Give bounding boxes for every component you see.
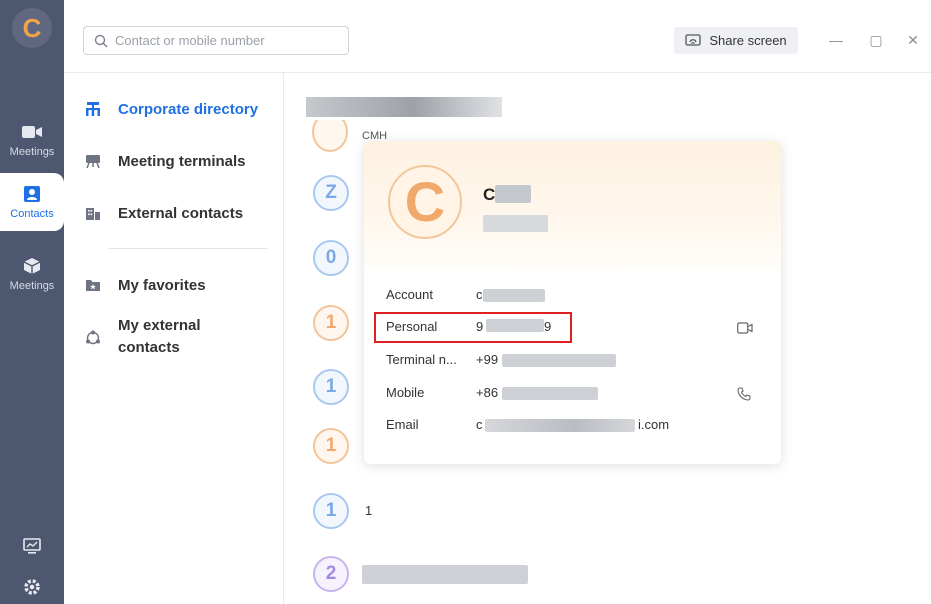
avatar[interactable]: 1 [313,305,349,341]
rail-item-meetings[interactable]: Meetings [0,110,64,170]
avatar[interactable]: 2 [313,556,349,592]
nav-corporate-directory[interactable]: Corporate directory [84,100,258,118]
avatar[interactable]: 1 [313,428,349,464]
rail-item-label: Meetings [9,280,55,292]
search-icon [94,34,108,48]
network-icon [84,329,102,347]
nav-external-contacts[interactable]: External contacts [84,204,243,222]
avatar[interactable]: 0 [313,240,349,276]
close-button[interactable]: ✕ [903,30,923,50]
left-rail: C Meetings Contacts Meetings [0,0,64,604]
maximize-button[interactable]: ▢ [866,30,886,50]
highlight-box [374,312,572,343]
cube-icon [21,256,43,276]
folder-star-icon [84,276,102,294]
field-label: Email [386,417,419,432]
nav-my-external-contacts[interactable]: My external contacts [84,315,201,359]
screen-share-icon[interactable] [20,534,44,558]
field-value[interactable]: +86 [476,385,498,400]
rail-item-label: Meetings [9,146,55,158]
nav-label: My external [118,317,201,334]
nav-label-line2: contacts [118,339,180,356]
contact-name: 1 [365,503,373,518]
field-label: Account [386,287,433,302]
field-label: Terminal n... [386,352,457,367]
search-placeholder: Contact or mobile number [115,33,265,48]
nav-my-favorites[interactable]: My favorites [84,276,206,294]
org-chart-icon [84,100,102,118]
redacted-subtitle [483,215,548,232]
settings-icon[interactable] [20,575,44,599]
avatar[interactable]: Z [313,175,349,211]
video-icon [21,122,43,142]
redacted-value [502,387,598,400]
search-input[interactable]: Contact or mobile number [83,26,349,55]
building-icon [84,204,102,222]
app-window: C Meetings Contacts Meetings Contact or … [0,0,931,604]
share-screen-button[interactable]: Share screen [674,27,798,54]
field-value[interactable]: c [476,417,483,432]
field-value[interactable]: +99 [476,352,498,367]
avatar[interactable]: 1 [313,369,349,405]
avatar[interactable]: 1 [313,493,349,529]
minimize-button[interactable]: — [826,30,846,50]
contact-name: C [483,185,496,204]
redacted-value [502,354,616,367]
nav-meeting-terminals[interactable]: Meeting terminals [84,152,246,170]
redacted-name [495,185,531,203]
rail-item-cloud-meetings[interactable]: Meetings [0,244,64,304]
redacted-name [362,565,528,584]
nav-separator [108,248,268,249]
panel-divider [283,72,284,604]
redacted-header [306,97,502,117]
contact-avatar: C [388,165,462,239]
field-value-end: i.com [638,417,670,432]
share-screen-label: Share screen [709,33,787,48]
app-logo: C [12,8,52,48]
header-divider [64,72,931,73]
redacted-value [485,419,635,432]
nav-label: Corporate directory [118,100,259,118]
avatar[interactable] [312,120,348,152]
nav-label: External contacts [118,204,244,222]
nav-label: My favorites [118,276,206,294]
nav-label: Meeting terminals [118,152,246,170]
field-label: Mobile [386,385,425,400]
field-value[interactable]: c [476,287,483,302]
redacted-value [483,289,545,302]
video-call-icon[interactable] [737,322,753,334]
phone-icon[interactable] [737,387,751,401]
rail-item-contacts[interactable]: Contacts [0,173,64,231]
terminal-icon [84,152,102,170]
rail-item-label: Contacts [10,208,54,220]
share-screen-icon [685,33,701,46]
contact-card: C C Account c Personal 9 9 Terminal n...… [364,141,781,464]
contacts-icon [21,184,43,204]
